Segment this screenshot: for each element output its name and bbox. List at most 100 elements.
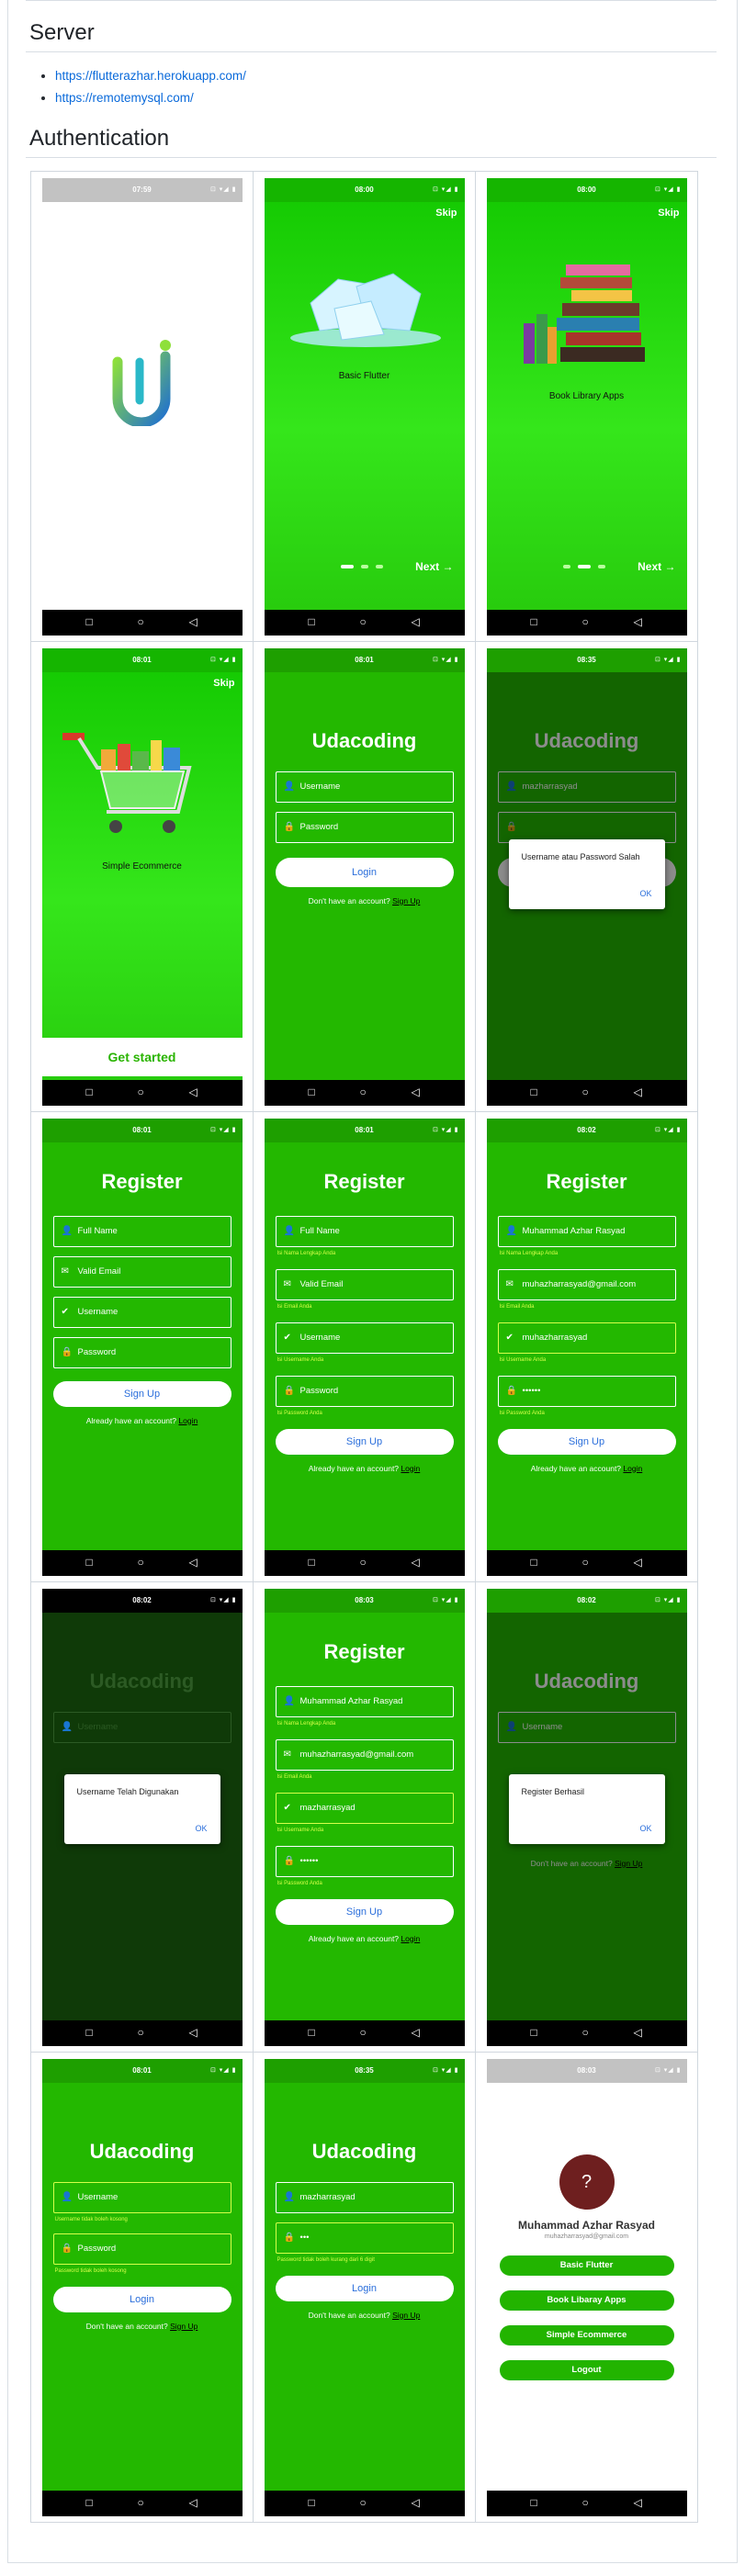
basic-flutter-button[interactable]: Basic Flutter [499,2255,674,2276]
square-icon[interactable]: □ [531,1086,537,1098]
login-button[interactable]: Login [52,2286,231,2312]
full-name-field[interactable]: 👤 Full Name [275,1215,454,1247]
circle-icon[interactable]: ○ [138,2026,144,2039]
triangle-back-icon[interactable]: ◁ [634,1556,642,1569]
password-field[interactable]: 🔒 Password [52,1336,231,1368]
circle-icon[interactable]: ○ [360,1556,367,1569]
circle-icon[interactable]: ○ [360,2496,367,2509]
login-button[interactable]: Login [275,2275,454,2301]
logout-button[interactable]: Logout [499,2359,674,2380]
circle-icon[interactable]: ○ [360,2026,367,2039]
square-icon[interactable]: □ [86,2026,93,2039]
server-link-remotemysql[interactable]: https://remotemysql.com/ [55,91,194,105]
password-field[interactable]: 🔒 •••••• [497,1375,676,1407]
circle-icon[interactable]: ○ [138,1556,144,1569]
square-icon[interactable]: □ [309,2026,315,2039]
signup-prompt-text: Don't have an account? [308,2310,390,2320]
circle-icon[interactable]: ○ [360,1086,367,1098]
square-icon[interactable]: □ [86,1086,93,1098]
triangle-back-icon[interactable]: ◁ [412,1086,420,1098]
triangle-back-icon[interactable]: ◁ [412,2496,420,2509]
circle-icon[interactable]: ○ [582,2026,589,2039]
username-field[interactable]: 👤 Username [52,2181,231,2213]
skip-button[interactable]: Skip [435,208,457,219]
email-field[interactable]: ✉ Valid Email [52,1255,231,1288]
triangle-back-icon[interactable]: ◁ [634,2026,642,2039]
signup-link[interactable]: Sign Up [392,2311,420,2320]
triangle-back-icon[interactable]: ◁ [189,1086,198,1098]
username-value: muhazharrasyad [522,1332,588,1343]
server-link-heroku[interactable]: https://flutterazhar.herokuapp.com/ [55,69,246,83]
square-icon[interactable]: □ [531,2496,537,2509]
signup-button[interactable]: Sign Up [497,1428,676,1455]
username-field[interactable]: ✔ muhazharrasyad [497,1322,676,1354]
password-field[interactable]: 🔒 Password [52,2233,231,2265]
password-field[interactable]: 🔒 Password [275,811,454,843]
triangle-back-icon[interactable]: ◁ [189,2026,198,2039]
username-field[interactable]: ✔ mazharrasyad [275,1792,454,1824]
dialog-ok-button[interactable]: OK [639,1824,651,1833]
square-icon[interactable]: □ [309,615,315,628]
triangle-back-icon[interactable]: ◁ [412,615,420,628]
username-field[interactable]: 👤 mazharrasyad [275,2181,454,2213]
circle-icon[interactable]: ○ [138,1086,144,1098]
square-icon[interactable]: □ [86,2496,93,2509]
signup-button[interactable]: Sign Up [52,1380,231,1407]
email-field[interactable]: ✉ muhazharrasyad@gmail.com [275,1738,454,1771]
circle-icon[interactable]: ○ [138,615,144,628]
triangle-back-icon[interactable]: ◁ [189,2496,198,2509]
get-started-button[interactable]: Get started [41,1037,243,1076]
dialog-ok-button[interactable]: OK [195,1824,207,1833]
signup-link[interactable]: Sign Up [392,896,420,906]
login-link[interactable]: Login [401,1934,420,1943]
triangle-back-icon[interactable]: ◁ [634,1086,642,1098]
triangle-back-icon[interactable]: ◁ [189,1556,198,1569]
square-icon[interactable]: □ [531,1556,537,1569]
password-field[interactable]: 🔒 •••••• [275,1845,454,1877]
password-field[interactable]: 🔒 ••• [275,2222,454,2254]
circle-icon[interactable]: ○ [582,615,589,628]
next-button[interactable]: Next → [638,560,675,573]
login-link[interactable]: Login [401,1464,420,1473]
email-field[interactable]: ✉ muhazharrasyad@gmail.com [497,1268,676,1300]
username-field[interactable]: 👤 Username [275,771,454,803]
login-button[interactable]: Login [275,857,454,887]
username-field[interactable]: ✔ Username [52,1296,231,1328]
signup-button[interactable]: Sign Up [275,1428,454,1455]
skip-button[interactable]: Skip [658,208,679,219]
signup-button[interactable]: Sign Up [275,1898,454,1925]
square-icon[interactable]: □ [86,1556,93,1569]
circle-icon[interactable]: ○ [582,1086,589,1098]
triangle-back-icon[interactable]: ◁ [634,615,642,628]
username-field[interactable]: ✔ Username [275,1322,454,1354]
skip-button[interactable]: Skip [213,678,234,689]
username-field[interactable]: 👤 Username [52,1711,231,1743]
full-name-field[interactable]: 👤 Full Name [52,1215,231,1247]
triangle-back-icon[interactable]: ◁ [412,1556,420,1569]
dialog-ok-button[interactable]: OK [639,889,651,898]
next-button[interactable]: Next → [415,560,453,573]
signup-link[interactable]: Sign Up [170,2322,198,2331]
full-name-field[interactable]: 👤 Muhammad Azhar Rasyad [275,1685,454,1717]
next-label: Next [638,559,662,573]
password-field[interactable]: 🔒 Password [275,1375,454,1407]
square-icon[interactable]: □ [531,2026,537,2039]
square-icon[interactable]: □ [531,615,537,628]
circle-icon[interactable]: ○ [582,1556,589,1569]
login-link[interactable]: Login [623,1464,642,1473]
circle-icon[interactable]: ○ [360,615,367,628]
login-link[interactable]: Login [178,1416,198,1425]
circle-icon[interactable]: ○ [582,2496,589,2509]
square-icon[interactable]: □ [309,2496,315,2509]
email-field[interactable]: ✉ Valid Email [275,1268,454,1300]
simple-ecommerce-button[interactable]: Simple Ecommerce [499,2324,674,2345]
square-icon[interactable]: □ [309,1556,315,1569]
triangle-back-icon[interactable]: ◁ [412,2026,420,2039]
full-name-field[interactable]: 👤 Muhammad Azhar Rasyad [497,1215,676,1247]
book-library-button[interactable]: Book Libaray Apps [499,2289,674,2311]
circle-icon[interactable]: ○ [138,2496,144,2509]
triangle-back-icon[interactable]: ◁ [189,615,198,628]
square-icon[interactable]: □ [86,615,93,628]
triangle-back-icon[interactable]: ◁ [634,2496,642,2509]
square-icon[interactable]: □ [309,1086,315,1098]
